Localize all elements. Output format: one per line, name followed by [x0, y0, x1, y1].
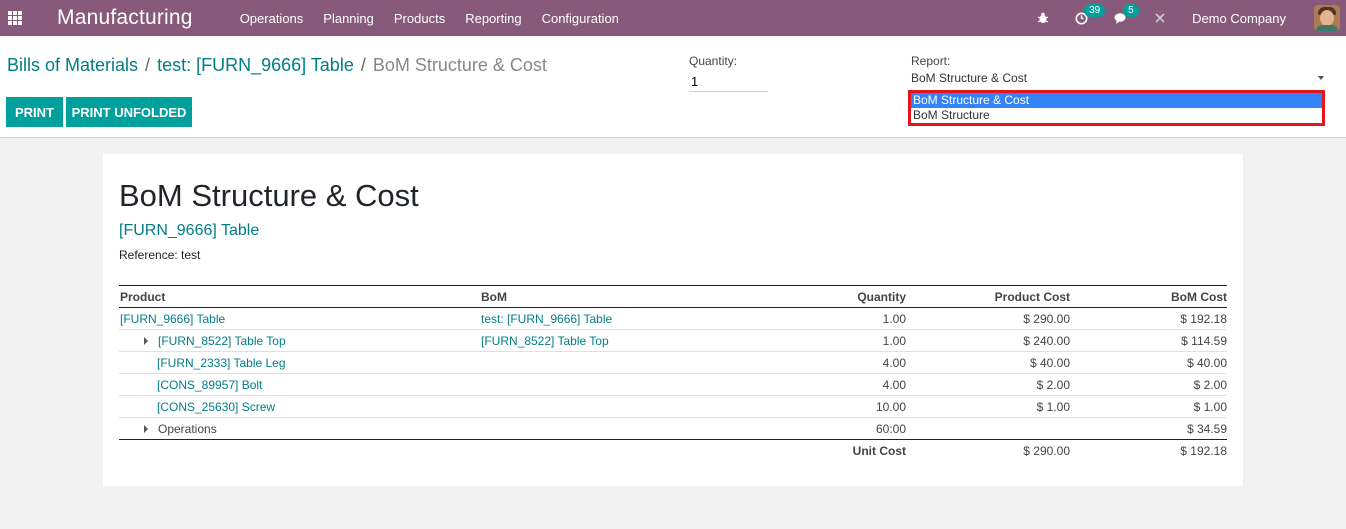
- row-product-cost: $ 2.00: [906, 373, 1070, 396]
- expand-caret-icon[interactable]: [144, 337, 148, 346]
- row-product-cost: [906, 417, 1070, 440]
- row-product[interactable]: [CONS_25630] Screw: [119, 395, 480, 418]
- table-row: [FURN_8522] Table Top [FURN_8522] Table …: [119, 329, 1227, 352]
- row-bom-cost: $ 40.00: [1070, 351, 1227, 374]
- company-switcher[interactable]: Demo Company: [1192, 11, 1286, 26]
- row-quantity: 1.00: [750, 329, 906, 352]
- row-product[interactable]: [FURN_9666] Table: [119, 307, 480, 330]
- breadcrumb-bills-of-materials[interactable]: Bills of Materials: [7, 55, 138, 76]
- breadcrumb-separator: /: [360, 55, 366, 75]
- report-dropdown-list: BoM Structure & Cost BoM Structure: [908, 90, 1325, 126]
- apps-menu-icon[interactable]: [8, 11, 22, 25]
- table-row-operations: Operations 60:00 $ 34.59: [119, 417, 1227, 440]
- row-quantity: 1.00: [750, 307, 906, 330]
- row-bom-cost: $ 192.18: [1070, 307, 1227, 330]
- report-sheet: BoM Structure & Cost [FURN_9666] Table R…: [103, 154, 1243, 486]
- bom-table: Product BoM Quantity Product Cost BoM Co…: [119, 285, 1227, 462]
- total-product-cost: $ 290.00: [1023, 443, 1070, 458]
- report-option-structure-cost[interactable]: BoM Structure & Cost: [911, 93, 1322, 108]
- report-select[interactable]: BoM Structure & Cost: [911, 71, 1326, 91]
- menu-operations[interactable]: Operations: [240, 11, 304, 26]
- row-product-cost: $ 240.00: [906, 329, 1070, 352]
- quantity-input[interactable]: [689, 71, 768, 92]
- app-name: Manufacturing: [57, 6, 193, 29]
- report-label: Report:: [911, 54, 951, 68]
- debug-bug-icon[interactable]: [1037, 12, 1049, 24]
- row-product-cell: [FURN_8522] Table Top: [119, 329, 480, 352]
- tools-icon[interactable]: [1154, 12, 1166, 24]
- column-header-quantity: Quantity: [750, 285, 906, 308]
- row-product-cost: $ 1.00: [906, 395, 1070, 418]
- column-header-bom-cost: BoM Cost: [1070, 285, 1227, 308]
- row-bom[interactable]: test: [FURN_9666] Table: [480, 307, 750, 330]
- total-bom-cost: $ 192.18: [1180, 443, 1227, 458]
- row-product-cost: $ 40.00: [906, 351, 1070, 374]
- row-bom: [480, 395, 750, 418]
- print-unfolded-button[interactable]: PRINT UNFOLDED: [66, 97, 192, 127]
- top-navbar: Manufacturing Operations Planning Produc…: [0, 0, 1346, 36]
- messages-chat-icon[interactable]: 5: [1114, 3, 1139, 25]
- quantity-label: Quantity:: [689, 54, 738, 68]
- row-product-cell: Operations: [119, 417, 480, 440]
- main-menu: Operations Planning Products Reporting C…: [240, 11, 639, 26]
- table-row: [CONS_89957] Bolt 4.00 $ 2.00 $ 2.00: [119, 373, 1227, 396]
- table-row: [FURN_9666] Table test: [FURN_9666] Tabl…: [119, 307, 1227, 330]
- breadcrumb-bom[interactable]: test: [FURN_9666] Table: [157, 55, 354, 76]
- row-quantity: 60:00: [750, 417, 906, 440]
- table-row-total: Unit Cost $ 290.00 $ 192.18: [119, 440, 1227, 462]
- row-bom-cost: $ 114.59: [1070, 329, 1227, 352]
- row-bom-cost: $ 34.59: [1070, 417, 1227, 440]
- table-row: [CONS_25630] Screw 10.00 $ 1.00 $ 1.00: [119, 395, 1227, 418]
- table-header-row: Product BoM Quantity Product Cost BoM Co…: [119, 285, 1227, 308]
- column-header-product-cost: Product Cost: [906, 285, 1070, 308]
- control-panel: Bills of Materials / test: [FURN_9666] T…: [0, 36, 1346, 138]
- chevron-down-icon: [1318, 76, 1324, 80]
- row-bom-cost: $ 2.00: [1070, 373, 1227, 396]
- row-bom: [480, 417, 750, 440]
- print-button[interactable]: PRINT: [6, 97, 63, 127]
- breadcrumb-separator: /: [145, 55, 151, 75]
- breadcrumb: Bills of Materials / test: [FURN_9666] T…: [7, 55, 547, 76]
- report-option-structure[interactable]: BoM Structure: [911, 108, 1322, 123]
- menu-configuration[interactable]: Configuration: [542, 11, 619, 26]
- expand-caret-icon[interactable]: [144, 425, 148, 434]
- table-row: [FURN_2333] Table Leg 4.00 $ 40.00 $ 40.…: [119, 351, 1227, 374]
- report-reference: Reference: test: [119, 248, 201, 262]
- breadcrumb-current: BoM Structure & Cost: [372, 55, 547, 75]
- activity-count-badge: 39: [1084, 3, 1106, 17]
- row-bom[interactable]: [FURN_8522] Table Top: [480, 329, 750, 352]
- report-title: BoM Structure & Cost: [119, 178, 419, 213]
- column-header-bom: BoM: [480, 285, 750, 308]
- unit-cost-label: Unit Cost: [852, 443, 906, 458]
- row-quantity: 10.00: [750, 395, 906, 418]
- row-product[interactable]: [CONS_89957] Bolt: [119, 373, 480, 396]
- report-product-link[interactable]: [FURN_9666] Table: [119, 222, 259, 240]
- menu-planning[interactable]: Planning: [323, 11, 374, 26]
- activity-clock-icon[interactable]: 39: [1075, 3, 1106, 25]
- menu-products[interactable]: Products: [394, 11, 445, 26]
- row-bom: [480, 351, 750, 374]
- row-quantity: 4.00: [750, 373, 906, 396]
- row-product[interactable]: [FURN_8522] Table Top: [158, 334, 286, 348]
- row-product[interactable]: [FURN_2333] Table Leg: [119, 351, 480, 374]
- row-bom: [480, 373, 750, 396]
- row-bom-cost: $ 1.00: [1070, 395, 1227, 418]
- column-header-product: Product: [119, 285, 480, 308]
- menu-reporting[interactable]: Reporting: [465, 11, 521, 26]
- row-product-cost: $ 290.00: [906, 307, 1070, 330]
- report-select-value: BoM Structure & Cost: [911, 71, 1028, 85]
- row-operations-label: Operations: [158, 421, 217, 436]
- user-avatar[interactable]: [1314, 5, 1340, 31]
- systray: 39 5 Demo Company: [1037, 0, 1346, 36]
- row-quantity: 4.00: [750, 351, 906, 374]
- message-count-badge: 5: [1123, 3, 1139, 17]
